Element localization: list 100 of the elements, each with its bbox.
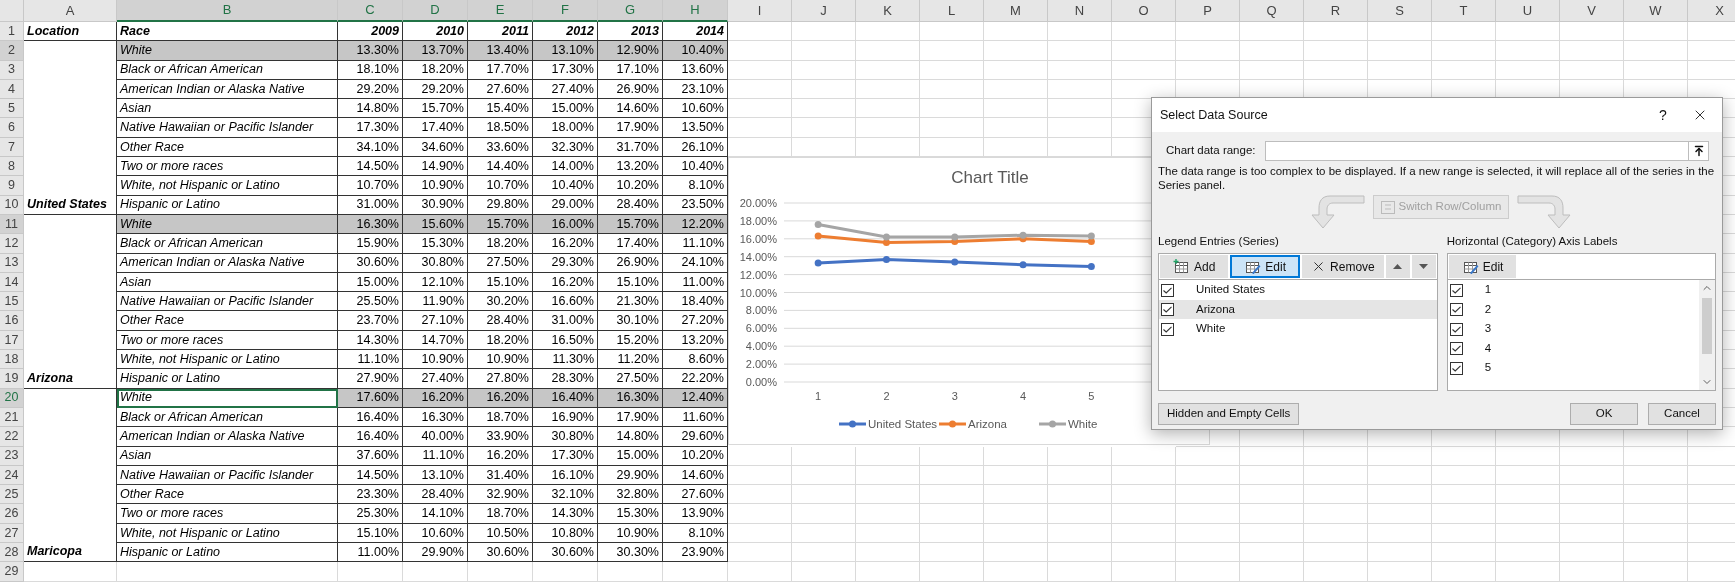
value-cell: 14.40% — [468, 157, 533, 177]
row-number[interactable]: 17 — [0, 330, 24, 351]
race-cell: Native Hawaiian or Pacific Islander — [117, 292, 338, 312]
column-header[interactable]: W — [1624, 0, 1688, 22]
value-cell: 18.20% — [403, 60, 468, 80]
row-number[interactable]: 16 — [0, 311, 24, 331]
value-cell: 23.10% — [663, 79, 728, 100]
column-header[interactable]: R — [1304, 0, 1368, 22]
column-header[interactable]: D — [403, 0, 468, 22]
help-button[interactable]: ? — [1648, 100, 1678, 130]
column-header[interactable]: P — [1176, 0, 1240, 22]
row-number[interactable]: 5 — [0, 99, 24, 119]
list-item[interactable]: 4 — [1447, 338, 1699, 359]
row-number[interactable]: 7 — [0, 137, 24, 158]
value-cell: 31.00% — [338, 195, 403, 215]
row-number[interactable]: 27 — [0, 523, 24, 543]
column-header[interactable]: N — [1048, 0, 1112, 22]
column-header[interactable]: M — [984, 0, 1048, 22]
row-number[interactable]: 2 — [0, 41, 24, 61]
value-cell: 14.60% — [663, 465, 728, 486]
value-cell: 15.30% — [598, 504, 663, 524]
location-cell-text: Maricopa — [26, 543, 83, 561]
point — [882, 255, 890, 263]
column-header[interactable]: G — [598, 0, 663, 22]
row-number[interactable]: 20 — [0, 388, 24, 408]
column-header[interactable]: T — [1432, 0, 1496, 22]
row-number[interactable]: 13 — [0, 253, 24, 273]
point — [1019, 261, 1027, 269]
value-cell: 28.40% — [598, 195, 663, 215]
row-number[interactable]: 25 — [0, 485, 24, 505]
race-cell: White, not Hispanic or Latino — [117, 176, 338, 196]
value-cell: 29.90% — [598, 465, 663, 486]
column-header[interactable]: I — [728, 0, 792, 22]
column-header[interactable]: H — [663, 0, 728, 22]
value-cell: 10.70% — [468, 176, 533, 196]
race-cell: Two or more races — [117, 157, 338, 177]
value-cell: 27.50% — [468, 253, 533, 273]
row-number[interactable]: 29 — [0, 562, 24, 582]
list-item[interactable]: 2 — [1447, 299, 1699, 320]
y-tick-label: 14.00% — [739, 250, 777, 263]
row-number[interactable]: 22 — [0, 427, 24, 447]
value-cell: 14.50% — [338, 157, 403, 177]
row-number[interactable]: 28 — [0, 543, 24, 563]
value-cell: 29.20% — [338, 79, 403, 100]
race-cell: White — [117, 214, 338, 235]
footer-button[interactable]: Hidden and Empty Cells — [1158, 403, 1300, 425]
row-number[interactable]: 11 — [0, 214, 24, 235]
column-header[interactable]: L — [920, 0, 984, 22]
row-number[interactable]: 10 — [0, 195, 24, 215]
column-header[interactable]: Q — [1240, 0, 1304, 22]
row-number[interactable]: 19 — [0, 369, 24, 389]
row-number[interactable]: 24 — [0, 465, 24, 486]
footer-button[interactable]: Cancel — [1648, 403, 1716, 425]
column-header[interactable]: C — [338, 0, 403, 22]
value-cell: 10.20% — [663, 446, 728, 466]
column-header[interactable]: V — [1560, 0, 1624, 22]
value-cell: 30.80% — [403, 253, 468, 273]
value-cell: 25.30% — [338, 504, 403, 524]
row-number[interactable]: 6 — [0, 118, 24, 138]
column-header[interactable]: S — [1368, 0, 1432, 22]
list-item[interactable]: 5 — [1447, 358, 1699, 378]
column-header[interactable]: K — [856, 0, 920, 22]
value-cell: 11.00% — [338, 543, 403, 563]
remove-button[interactable]: Remove — [1302, 255, 1384, 279]
edit-button[interactable]: Edit — [1230, 255, 1301, 279]
row-number[interactable]: 23 — [0, 446, 24, 466]
edit-button[interactable]: Edit — [1448, 255, 1517, 279]
column-header[interactable]: A — [24, 0, 117, 22]
column-header[interactable]: O — [1112, 0, 1176, 22]
row-number[interactable]: 26 — [0, 504, 24, 524]
value-cell: 13.10% — [403, 465, 468, 486]
value-cell: 40.00% — [403, 427, 468, 447]
column-header[interactable]: F — [533, 0, 598, 22]
row-number[interactable]: 3 — [0, 60, 24, 80]
row-number[interactable]: 15 — [0, 292, 24, 312]
value-cell: 30.20% — [468, 292, 533, 312]
value-cell: 28.40% — [468, 311, 533, 331]
value-cell: 33.60% — [468, 137, 533, 158]
row-number[interactable]: 21 — [0, 407, 24, 428]
row-number[interactable]: 4 — [0, 79, 24, 100]
list-item[interactable]: Arizona — [1159, 299, 1437, 320]
add-button[interactable]: Add — [1160, 255, 1229, 279]
column-header[interactable]: X — [1688, 0, 1735, 22]
value-cell: 14.80% — [338, 99, 403, 119]
row-number[interactable]: 14 — [0, 272, 24, 293]
column-header[interactable]: U — [1496, 0, 1560, 22]
footer-button[interactable]: OK — [1570, 403, 1638, 425]
header-cell: Location — [24, 22, 117, 42]
list-item[interactable]: 3 — [1447, 319, 1699, 339]
value-cell: 18.00% — [533, 118, 598, 138]
row-number[interactable]: 8 — [0, 157, 24, 177]
row-number[interactable]: 12 — [0, 234, 24, 254]
row-number[interactable]: 9 — [0, 176, 24, 196]
row-number[interactable]: 18 — [0, 350, 24, 370]
list-item[interactable]: 1 — [1447, 280, 1699, 300]
value-cell: 8.10% — [663, 523, 728, 543]
row-number[interactable]: 1 — [0, 22, 24, 42]
column-header[interactable]: E — [468, 0, 533, 22]
column-header[interactable]: B — [117, 0, 338, 22]
column-header[interactable]: J — [792, 0, 856, 22]
